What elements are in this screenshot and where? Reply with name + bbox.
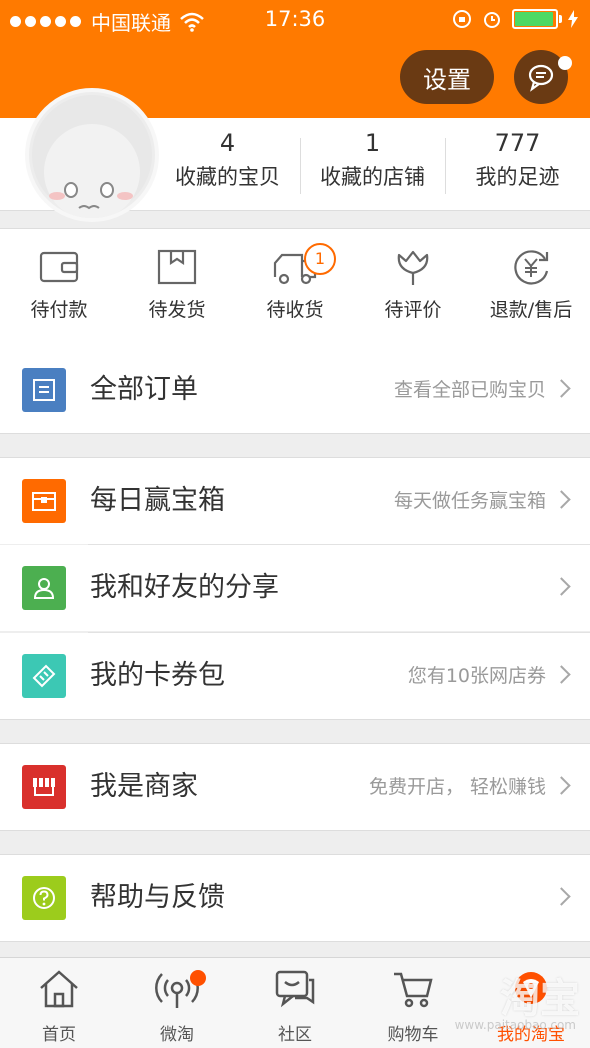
stat-footprints[interactable]: 777 我的足迹 (445, 126, 590, 194)
order-label: 待评价 (384, 299, 442, 321)
menu-help-feedback[interactable]: 帮助与反馈 (0, 854, 590, 942)
watermark-url: www.paitaobao.com (454, 1018, 576, 1032)
tab-community[interactable]: 社区 (236, 968, 354, 1045)
chevron-right-icon (552, 887, 571, 906)
stat-label: 收藏的宝贝 (175, 165, 280, 189)
tab-label: 社区 (278, 1025, 312, 1045)
tab-cart[interactable]: 购物车 (354, 968, 472, 1045)
order-refund[interactable]: 退款/售后 (472, 247, 590, 322)
tab-bar: 首页 微淘 社区 购物车 我的淘宝 淘宝 www.paitaobao.com (0, 957, 590, 1048)
menu-subtitle: 每天做任务赢宝箱 (393, 490, 546, 512)
order-count-badge: 1 (304, 243, 336, 275)
avatar[interactable] (25, 88, 159, 222)
flower-icon (397, 250, 429, 285)
shop-icon (22, 765, 66, 809)
menu-friend-share[interactable]: 我和好友的分享 (0, 545, 590, 631)
order-label: 退款/售后 (489, 299, 573, 321)
treasure-box-icon (22, 479, 66, 523)
order-pending-payment[interactable]: 待付款 (0, 247, 118, 322)
stat-favorite-shops[interactable]: 1 收藏的店铺 (300, 126, 445, 194)
box-icon (157, 249, 197, 285)
menu-title: 帮助与反馈 (90, 882, 225, 913)
ticket-icon (22, 654, 66, 698)
order-pending-shipment[interactable]: 待发货 (118, 247, 236, 322)
menu-title: 全部订单 (90, 374, 198, 405)
menu-all-orders[interactable]: 全部订单 查看全部已购宝贝 (0, 347, 590, 434)
home-icon (40, 970, 78, 1008)
wallet-icon (39, 251, 79, 283)
menu-subtitle: 查看全部已购宝贝 (393, 379, 546, 401)
order-label: 待发货 (148, 299, 206, 321)
message-unread-dot (558, 56, 572, 70)
menu-title: 我是商家 (90, 771, 198, 802)
menu-subtitle: 免费开店， 轻松赚钱 (368, 776, 546, 798)
settings-button[interactable]: 设置 (400, 50, 494, 104)
menu-title: 每日赢宝箱 (90, 485, 225, 516)
charging-icon (568, 10, 578, 28)
chevron-right-icon (552, 665, 571, 684)
order-label: 待付款 (30, 299, 88, 321)
stat-label: 收藏的店铺 (320, 165, 425, 189)
stat-value: 1 (364, 129, 381, 157)
tab-home[interactable]: 首页 (0, 968, 118, 1045)
avatar-face-icon (32, 95, 152, 218)
battery-icon (512, 9, 562, 29)
rotation-lock-icon (453, 10, 471, 28)
menu-title: 我的卡券包 (90, 660, 225, 691)
order-list-icon (22, 368, 66, 412)
refund-icon (514, 250, 549, 285)
menu-subtitle: 您有10张网店券 (407, 665, 546, 687)
notification-dot (190, 970, 206, 986)
chat-icon (275, 970, 315, 1008)
menu-coupons[interactable]: 我的卡券包 您有10张网店券 (0, 633, 590, 720)
order-status-row: 待付款 待发货 1 待收货 待评价 退款/售后 (0, 228, 590, 348)
chevron-right-icon (552, 379, 571, 398)
stat-favorite-items[interactable]: 4 收藏的宝贝 (155, 126, 300, 194)
status-bar: 中国联通 17:36 (0, 0, 590, 40)
menu-daily-box[interactable]: 每日赢宝箱 每天做任务赢宝箱 (0, 457, 590, 544)
chevron-right-icon (552, 490, 571, 509)
friends-icon (22, 566, 66, 610)
stat-value: 777 (494, 129, 541, 157)
order-label: 待收货 (266, 299, 324, 321)
profile-stats: 4 收藏的宝贝 1 收藏的店铺 777 我的足迹 (0, 88, 590, 222)
order-pending-receipt[interactable]: 1 待收货 (236, 243, 354, 322)
tab-label: 微淘 (160, 1025, 194, 1045)
message-icon (528, 64, 554, 92)
tab-weitao[interactable]: 微淘 (118, 968, 236, 1045)
stat-label: 我的足迹 (475, 165, 560, 189)
chevron-right-icon (552, 776, 571, 795)
watermark: 淘宝 (500, 976, 580, 1022)
cart-icon (394, 972, 433, 1008)
menu-title: 我和好友的分享 (90, 572, 279, 603)
stat-value: 4 (219, 129, 236, 157)
menu-merchant[interactable]: 我是商家 免费开店， 轻松赚钱 (0, 743, 590, 831)
question-icon (22, 876, 66, 920)
order-pending-review[interactable]: 待评价 (354, 247, 472, 322)
tab-label: 首页 (42, 1025, 76, 1045)
chevron-right-icon (552, 577, 571, 596)
alarm-icon (484, 12, 500, 28)
